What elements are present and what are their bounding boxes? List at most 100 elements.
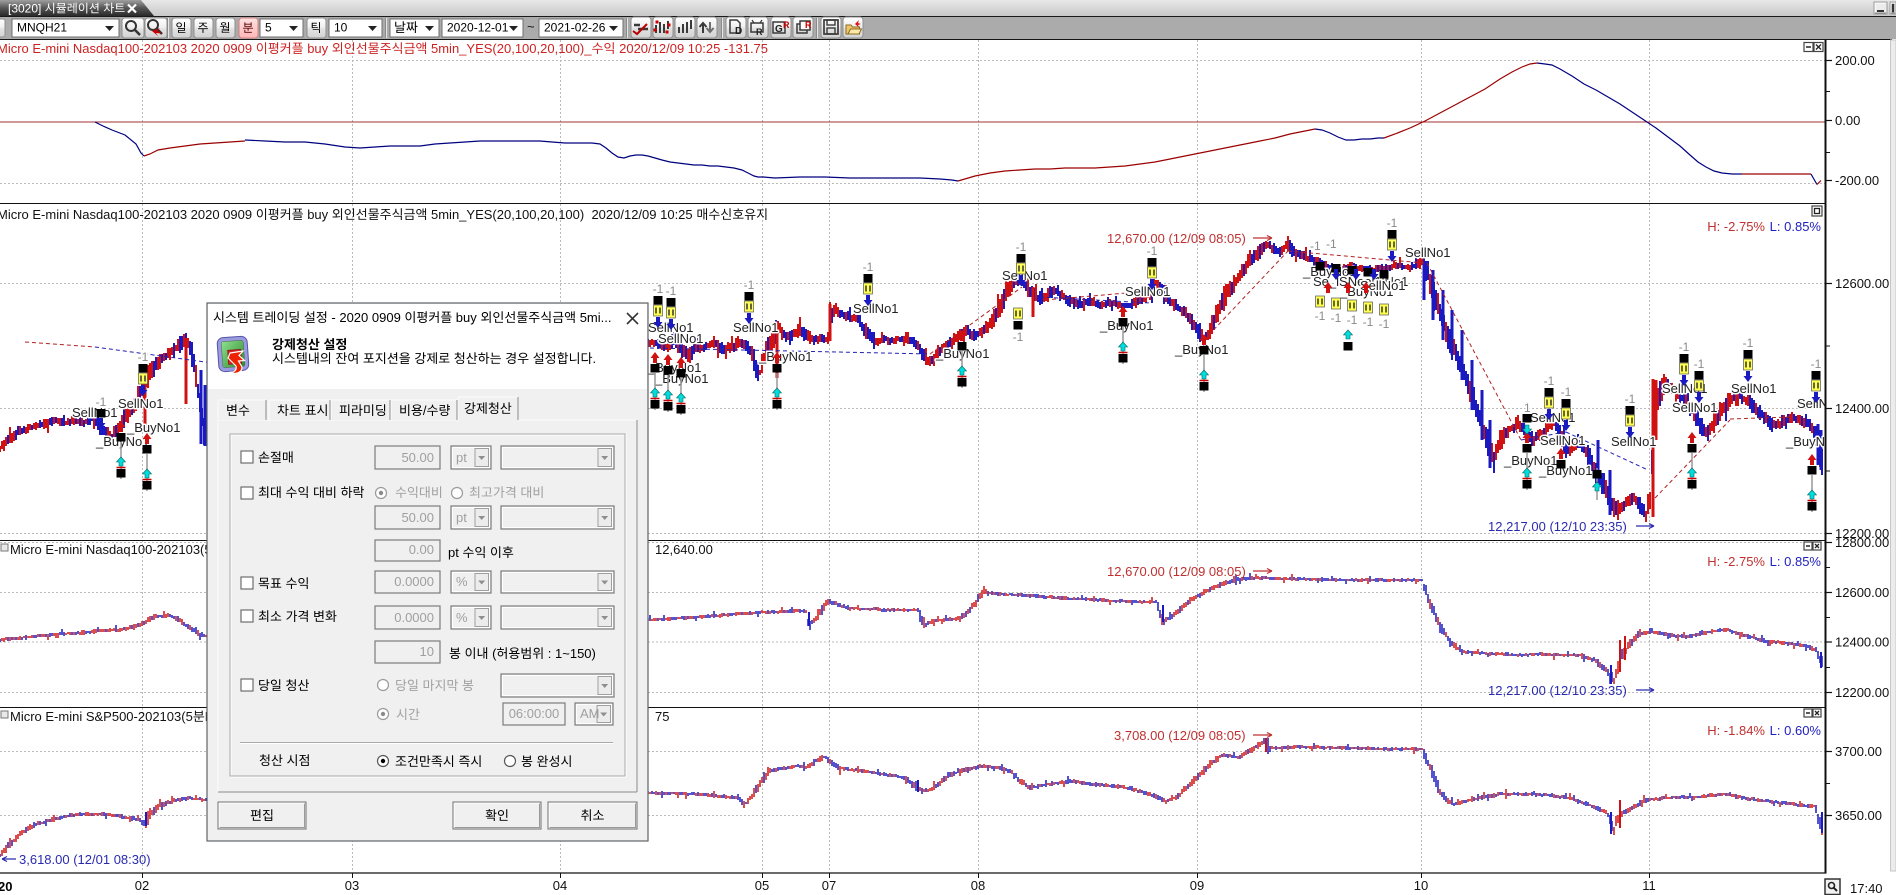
svg-text:17:40: 17:40: [1850, 881, 1883, 895]
svg-text:-1: -1: [1326, 237, 1337, 251]
svg-text:-200.00: -200.00: [1835, 173, 1879, 188]
svg-text:H: -1.84%: H: -1.84%: [1707, 723, 1765, 738]
svg-text:12,217.00 (12/10 23:35): 12,217.00 (12/10 23:35): [1488, 519, 1627, 534]
svg-text:12400.00: 12400.00: [1835, 401, 1889, 416]
svg-text:12400.00: 12400.00: [1835, 635, 1889, 650]
svg-text:D: D: [735, 26, 742, 37]
svg-text:%: %: [456, 610, 468, 625]
svg-text:-1: -1: [1016, 240, 1027, 254]
svg-text:-1: -1: [1331, 311, 1342, 325]
svg-text:Micro E-mini Nasdaq100-202103: Micro E-mini Nasdaq100-202103 2020 0909: [0, 41, 256, 56]
svg-text:5mi...: 5mi...: [576, 310, 611, 325]
svg-text:10: 10: [420, 644, 434, 659]
svg-text:12,217.00 (12/10 23:35): 12,217.00 (12/10 23:35): [1488, 683, 1627, 698]
svg-text:-1: -1: [666, 284, 677, 298]
svg-text:SellNo1: SellNo1: [658, 331, 704, 346]
svg-text:_BuyNo1: _BuyNo1: [126, 420, 180, 435]
svg-text:MNQH21: MNQH21: [17, 21, 67, 35]
svg-text:SellNo1: SellNo1: [1540, 433, 1586, 448]
svg-text:1: 1: [1524, 401, 1531, 415]
svg-text:Micro E-mini Nasdaq100-202103(: Micro E-mini Nasdaq100-202103(5: [10, 542, 212, 557]
svg-text:09: 09: [1190, 878, 1204, 893]
svg-text:-1: -1: [1625, 392, 1636, 406]
svg-text:5min_YES(20,100,20,100) 2020/: 5min_YES(20,100,20,100) 2020/12/09 10:25: [427, 207, 696, 222]
svg-text:200.00: 200.00: [1835, 53, 1875, 68]
svg-text:-1: -1: [138, 350, 149, 364]
svg-text:5min_YES(20,100,20,100)_: 5min_YES(20,100,20,100)_: [427, 41, 592, 56]
svg-text:-1: -1: [1379, 317, 1390, 331]
svg-text:50.00: 50.00: [401, 510, 434, 525]
svg-text:-1: -1: [1013, 330, 1024, 344]
svg-text:06:00:00: 06:00:00: [509, 706, 560, 721]
svg-text:2020-12-01: 2020-12-01: [447, 21, 509, 35]
svg-text:12,640.00: 12,640.00: [655, 542, 713, 557]
svg-text:SellNo1: SellNo1: [118, 396, 164, 411]
svg-text:R: R: [805, 20, 812, 30]
svg-text:03: 03: [345, 878, 359, 893]
svg-text:05: 05: [755, 878, 769, 893]
svg-text:~: ~: [527, 19, 535, 34]
svg-text:R: R: [783, 20, 790, 30]
svg-text:2020/12/09 10:25 -131.75: 2020/12/09 10:25 -131.75: [616, 41, 769, 56]
svg-text:04: 04: [553, 878, 567, 893]
svg-text:pt: pt: [448, 545, 462, 560]
svg-text:-1: -1: [1347, 313, 1358, 327]
svg-text:20: 20: [0, 879, 12, 894]
svg-text:3,708.00 (12/09 08:05): 3,708.00 (12/09 08:05): [1114, 728, 1246, 743]
svg-text:/: /: [423, 403, 427, 418]
svg-text:-1: -1: [1147, 244, 1158, 258]
svg-text:02: 02: [135, 878, 149, 893]
svg-text:L: 0.85%: L: 0.85%: [1770, 554, 1822, 569]
svg-text:- 2020 0909: - 2020 0909: [328, 310, 405, 325]
svg-text:_BuyNo1: _BuyNo1: [758, 349, 812, 364]
svg-text:SellNo1: SellNo1: [733, 320, 779, 335]
svg-text:0.0000: 0.0000: [394, 610, 434, 625]
svg-text:SellNo1: SellNo1: [1672, 400, 1718, 415]
svg-text:0.00: 0.00: [409, 542, 434, 557]
svg-text:12200.00: 12200.00: [1835, 685, 1889, 700]
svg-text:-1: -1: [744, 278, 755, 292]
svg-text:L: 0.85%: L: 0.85%: [1770, 219, 1822, 234]
svg-text:-1: -1: [1694, 357, 1705, 371]
svg-text:3,618.00 (12/01 08:30): 3,618.00 (12/01 08:30): [19, 852, 151, 867]
svg-text:-1: -1: [1310, 239, 1321, 253]
svg-text:12,670.00 (12/09 08:05): 12,670.00 (12/09 08:05): [1107, 564, 1246, 579]
svg-text:08: 08: [971, 878, 985, 893]
svg-text:[3020]: [3020]: [8, 2, 45, 16]
svg-text:G: G: [775, 24, 783, 35]
svg-text:10: 10: [334, 21, 348, 35]
svg-text:-1: -1: [863, 260, 874, 274]
svg-text:-1: -1: [1561, 385, 1572, 399]
svg-text:0.0000: 0.0000: [394, 574, 434, 589]
svg-text:SellNo1: SellNo1: [853, 301, 899, 316]
svg-text:12800.00: 12800.00: [1835, 535, 1889, 550]
svg-text:SellNo1: SellNo1: [1405, 245, 1451, 260]
svg-text:2021-02-26: 2021-02-26: [544, 21, 606, 35]
svg-text:-1: -1: [96, 395, 107, 409]
svg-text:12600.00: 12600.00: [1835, 276, 1889, 291]
svg-text:10: 10: [1414, 878, 1428, 893]
svg-text:(: (: [489, 646, 498, 661]
svg-text:H: -2.75%: H: -2.75%: [1707, 554, 1765, 569]
svg-text:H: -2.75%: H: -2.75%: [1707, 219, 1765, 234]
svg-text:-1: -1: [1544, 374, 1555, 388]
svg-text:-1: -1: [1387, 216, 1398, 230]
svg-text:pt: pt: [456, 510, 467, 525]
svg-text:SellNo1: SellNo1: [1611, 434, 1657, 449]
svg-text:-1: -1: [1315, 309, 1326, 323]
svg-text:-1: -1: [1679, 340, 1690, 354]
svg-text:-1: -1: [1363, 315, 1374, 329]
svg-text:buy: buy: [452, 310, 480, 325]
svg-text:-1: -1: [1743, 336, 1754, 350]
svg-text:pt: pt: [456, 450, 467, 465]
svg-text:3700.00: 3700.00: [1835, 744, 1882, 759]
svg-text:Micro E-mini S&P500-202103(5: Micro E-mini S&P500-202103(5: [10, 709, 193, 724]
svg-text:%: %: [456, 574, 468, 589]
svg-text:SellNo1: SellNo1: [1731, 381, 1777, 396]
svg-text:11: 11: [1642, 878, 1656, 893]
svg-text:-1: -1: [1811, 357, 1822, 371]
svg-text:buy: buy: [304, 41, 332, 56]
svg-text:.: .: [593, 351, 597, 366]
svg-text:buy: buy: [304, 207, 332, 222]
svg-text:07: 07: [822, 878, 836, 893]
